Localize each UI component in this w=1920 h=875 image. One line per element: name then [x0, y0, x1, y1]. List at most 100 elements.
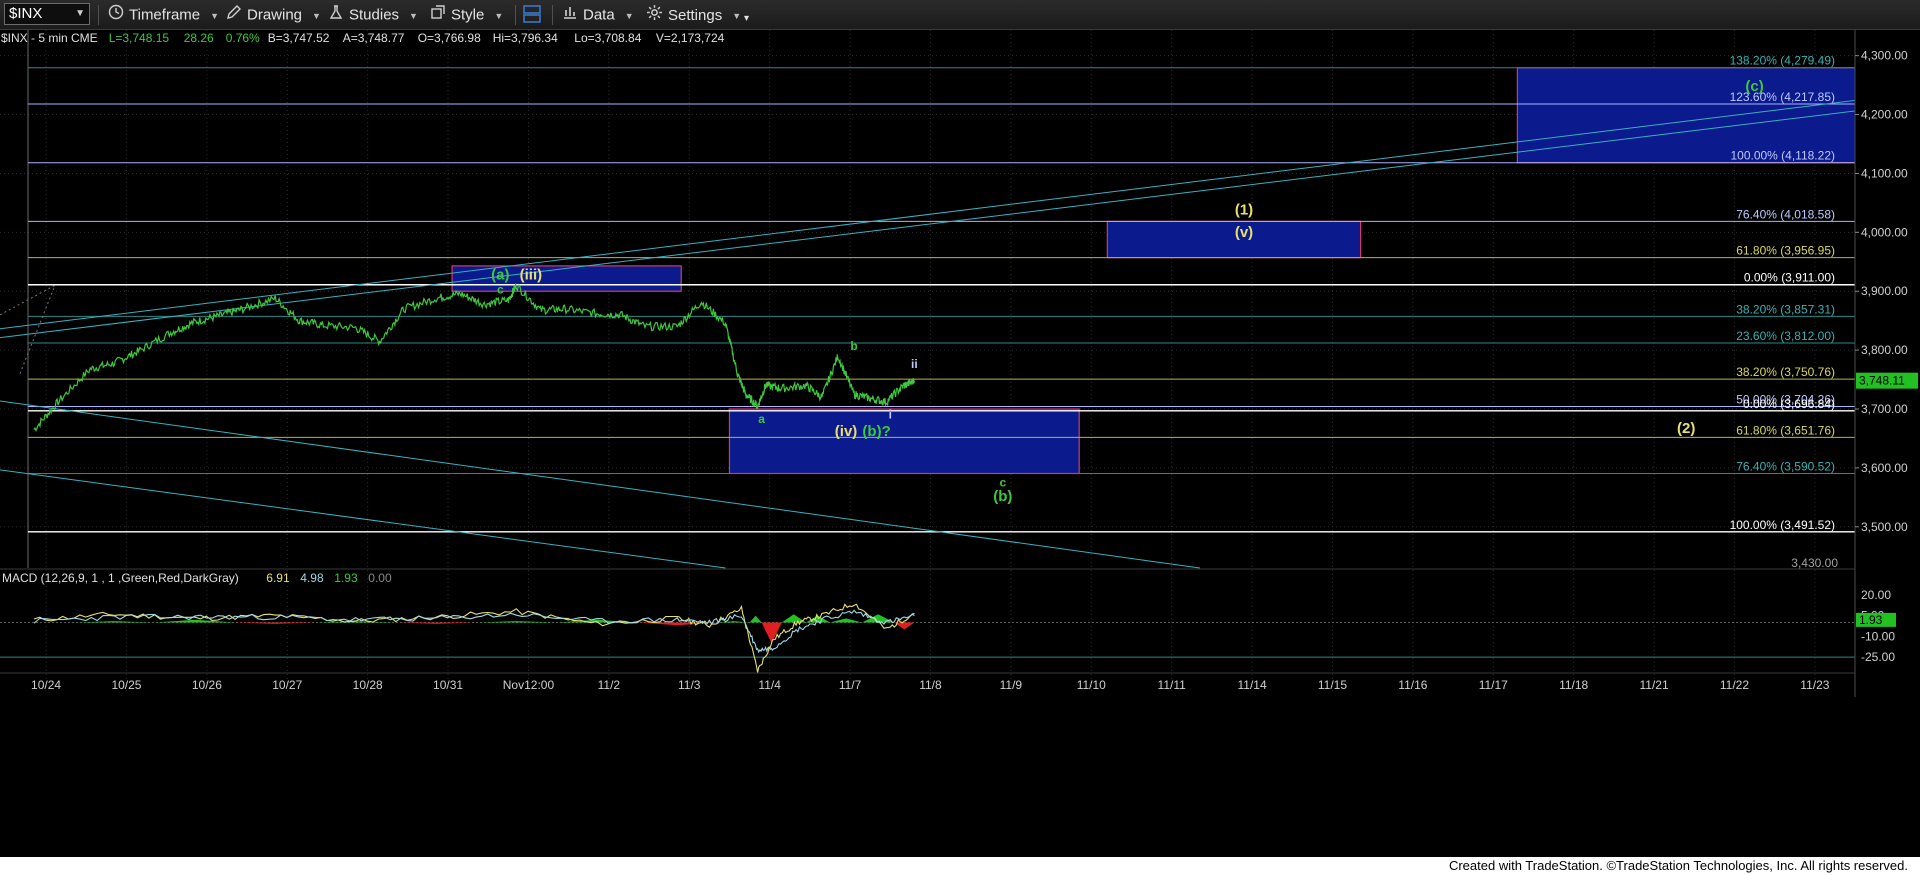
caret-down-icon: ▼	[494, 10, 504, 21]
wave-label: (b)	[993, 488, 1012, 505]
timeframe-label: Timeframe	[129, 6, 201, 24]
chart-area[interactable]: 138.20% (4,279.49)123.60% (4,217.85)100.…	[0, 30, 1920, 857]
symbol-text: $INX	[9, 5, 43, 22]
y-tick-label: 4,300.00	[1861, 49, 1908, 63]
wave-label: (iii)	[520, 266, 543, 283]
x-tick-label: 11/2	[598, 678, 621, 692]
symbol-dropdown-icon[interactable]: ▼	[75, 4, 85, 24]
y-tick-label: 3,600.00	[1861, 461, 1908, 475]
data-label: Data	[583, 6, 615, 24]
macd-tick-label: 20.00	[1861, 588, 1891, 602]
studies-label: Studies	[349, 6, 400, 24]
macd-last-label: 1.93	[1859, 613, 1883, 627]
fib-level-label: 100.00% (4,118.22)	[1730, 149, 1835, 163]
toolbar-overflow-icon[interactable]: ▾	[744, 8, 749, 30]
flask-icon	[328, 4, 344, 27]
layout-icon	[522, 4, 542, 31]
header-stat: 0.76%	[226, 31, 260, 45]
header-stat: L=3,748.15	[109, 31, 170, 45]
caret-down-icon: ▼	[624, 10, 634, 21]
drawing-button[interactable]: Drawing ▼	[226, 4, 321, 26]
toolbar-separator	[515, 5, 516, 25]
x-tick-label: 10/27	[272, 678, 302, 692]
fib-level-label: 138.20% (4,279.49)	[1730, 54, 1835, 68]
y-tick-label: 4,100.00	[1861, 166, 1908, 180]
settings-label: Settings	[668, 6, 723, 24]
wave-label: (c)	[1745, 78, 1763, 95]
style-label: Style	[451, 6, 485, 24]
y-tick-label: 4,000.00	[1861, 225, 1908, 239]
x-tick-label: 11/9	[1000, 678, 1023, 692]
footer-credit: Created with TradeStation. ©TradeStation…	[1442, 857, 1914, 875]
symbol-interval: $INX - 5 min CME	[1, 31, 98, 45]
wave-label: b	[850, 339, 857, 353]
fib-level-label: 61.80% (3,956.95)	[1736, 244, 1835, 258]
gear-icon	[646, 4, 663, 28]
macd-value: 1.93	[334, 571, 358, 585]
studies-button[interactable]: Studies ▼	[328, 4, 418, 26]
toolbar: $INX ▼ Timeframe ▼ Drawing ▼ Studies ▼ Styl…	[0, 0, 1920, 30]
fib-level-label: 61.80% (3,651.76)	[1736, 423, 1835, 437]
x-tick-label: 11/16	[1398, 678, 1427, 692]
x-tick-label: 11/22	[1720, 678, 1749, 692]
y-tick-label: 4,200.00	[1861, 108, 1908, 122]
wave-label: i	[889, 407, 892, 421]
last-price-label: 3,748.11	[1859, 374, 1905, 388]
wave-label: (2)	[1677, 420, 1695, 437]
x-tick-label: 11/11	[1158, 678, 1187, 692]
macd-tick-label: -10.00	[1861, 629, 1895, 643]
x-tick-label: 11/17	[1479, 678, 1508, 692]
fib-level-label: 76.40% (3,590.52)	[1736, 459, 1835, 473]
x-tick-label: 10/28	[353, 678, 383, 692]
header-stat: V=2,173,724	[656, 31, 725, 45]
settings-button[interactable]: Settings ▼	[646, 4, 741, 26]
header-stat: A=3,748.77	[343, 31, 405, 45]
macd-value: 0.00	[368, 571, 392, 585]
caret-down-icon: ▼	[210, 10, 220, 21]
header-stat: Lo=3,708.84	[574, 31, 641, 45]
macd-label: MACD (12,26,9, 1 , 1 ,Green,Red,DarkGray…	[2, 571, 239, 585]
fib-level-label: 0.00% (3,911.00)	[1744, 271, 1835, 285]
style-button[interactable]: Style ▼	[430, 4, 503, 26]
layout-button[interactable]	[522, 4, 547, 26]
x-tick-label: 10/25	[111, 678, 141, 692]
x-tick-label: 11/14	[1237, 678, 1266, 692]
wave-label: (1)	[1235, 202, 1253, 219]
macd-value: 6.91	[266, 571, 290, 585]
caret-down-icon: ▼	[732, 11, 742, 21]
macd-tick-label: -25.00	[1861, 650, 1895, 664]
target-box	[728, 408, 1080, 475]
style-icon	[430, 4, 446, 27]
x-tick-label: 11/21	[1639, 678, 1668, 692]
wave-label: (v)	[1235, 224, 1253, 241]
header-stat: O=3,766.98	[418, 31, 481, 45]
target-box	[1516, 67, 1892, 164]
timeframe-button[interactable]: Timeframe ▼	[108, 4, 219, 26]
chart-header: $INX - 5 min CME L=3,748.15 28.26 0.76% B=3,…	[1, 31, 725, 45]
header-stat: 28.26	[184, 31, 214, 45]
toolbar-separator	[552, 5, 553, 25]
wave-label: c	[497, 283, 504, 297]
x-tick-label: 10/24	[31, 678, 61, 692]
header-stat: B=3,747.52	[268, 31, 330, 45]
y-bottom-label: 3,430.00	[1791, 556, 1838, 570]
macd-value: 4.98	[300, 571, 324, 585]
wave-label: (b)?	[862, 423, 890, 440]
header-stat: Hi=3,796.34	[493, 31, 558, 45]
caret-down-icon: ▼	[409, 10, 418, 21]
wave-label: a	[758, 412, 765, 426]
x-tick-label: 11/23	[1800, 678, 1829, 692]
symbol-input[interactable]: $INX ▼	[4, 3, 90, 25]
wave-label: ii	[911, 357, 918, 371]
x-tick-label: 10/31	[433, 678, 463, 692]
x-tick-label: 11/4	[758, 678, 781, 692]
y-tick-label: 3,900.00	[1861, 284, 1908, 298]
wave-label: (iv)	[835, 423, 858, 440]
x-tick-label: 10/26	[192, 678, 222, 692]
x-tick-label: 11/18	[1559, 678, 1588, 692]
data-button[interactable]: Data ▼	[562, 4, 634, 26]
x-tick-label: 11/10	[1077, 678, 1106, 692]
caret-down-icon: ▼	[312, 10, 321, 21]
toolbar-separator	[98, 5, 99, 25]
y-tick-label: 3,800.00	[1861, 343, 1908, 357]
